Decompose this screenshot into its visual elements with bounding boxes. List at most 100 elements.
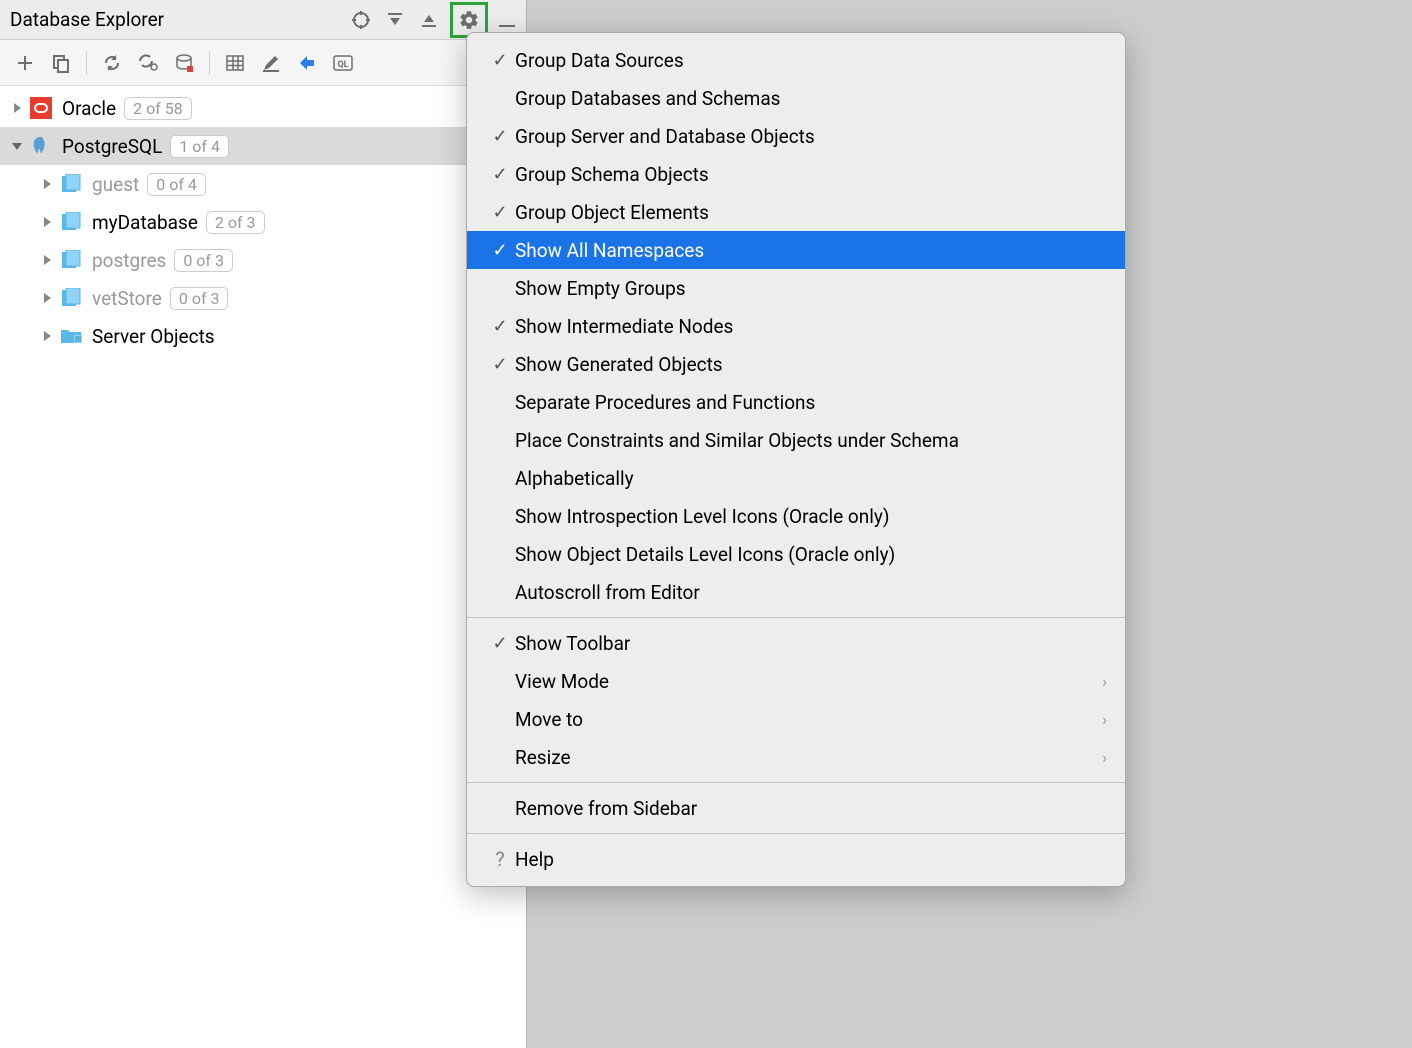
menu-item-label: View Mode [515, 670, 1102, 693]
menu-item[interactable]: Show Object Details Level Icons (Oracle … [467, 535, 1125, 573]
menu-item-label: Show Object Details Level Icons (Oracle … [515, 543, 1107, 566]
tree-item-label: Oracle [62, 97, 116, 120]
count-badge: 0 of 3 [174, 249, 233, 272]
menu-item-label: Show Empty Groups [515, 277, 1107, 300]
count-badge: 0 of 3 [170, 287, 229, 310]
menu-item[interactable]: Show Introspection Level Icons (Oracle o… [467, 497, 1125, 535]
menu-item[interactable]: Separate Procedures and Functions [467, 383, 1125, 421]
console-icon[interactable]: QL [326, 46, 360, 80]
jump-icon[interactable] [290, 46, 324, 80]
menu-item[interactable]: ✓Group Server and Database Objects [467, 117, 1125, 155]
tree-item[interactable]: PostgreSQL1 of 4 [0, 127, 526, 165]
refresh-icon[interactable] [95, 46, 129, 80]
tree-item-label: vetStore [92, 287, 162, 310]
menu-item[interactable]: Remove from Sidebar [467, 789, 1125, 827]
menu-item[interactable]: ✓Group Data Sources [467, 41, 1125, 79]
menu-item[interactable]: View Mode› [467, 662, 1125, 700]
chevron-right-icon[interactable] [6, 103, 28, 113]
menu-item-label: Resize [515, 746, 1102, 769]
panel-header: Database Explorer [0, 0, 526, 40]
menu-separator [467, 617, 1125, 618]
checkmark-icon: ✓ [485, 126, 515, 147]
database-tree[interactable]: Oracle 2 of 58 PostgreSQL1 of 4guest0 of 4… [0, 86, 526, 1048]
menu-item[interactable]: Show Empty Groups [467, 269, 1125, 307]
postgres-icon [28, 135, 54, 157]
menu-item[interactable]: Resize› [467, 738, 1125, 776]
menu-item-label: Group Object Elements [515, 201, 1107, 224]
database-explorer-panel: Database Explorer [0, 0, 527, 1048]
toolbar-separator [209, 51, 210, 75]
refresh-settings-icon[interactable] [131, 46, 165, 80]
chevron-right-icon[interactable] [36, 331, 58, 341]
tree-item[interactable]: vetStore 0 of 3 [0, 279, 526, 317]
oracle-icon [28, 97, 54, 119]
menu-item-label: Place Constraints and Similar Objects un… [515, 429, 1107, 452]
menu-item-label: Move to [515, 708, 1102, 731]
chevron-right-icon: › [1102, 710, 1107, 729]
chevron-right-icon[interactable] [36, 255, 58, 265]
menu-item-label: Show Intermediate Nodes [515, 315, 1107, 338]
menu-item[interactable]: ✓Show All Namespaces [467, 231, 1125, 269]
menu-item-label: Alphabetically [515, 467, 1107, 490]
menu-item-label: Show All Namespaces [515, 239, 1107, 262]
minimize-icon[interactable] [492, 5, 522, 35]
menu-item[interactable]: Autoscroll from Editor [467, 573, 1125, 611]
db-icon [58, 249, 84, 271]
checkmark-icon: ✓ [485, 316, 515, 337]
duplicate-icon[interactable] [44, 46, 78, 80]
checkmark-icon: ✓ [485, 164, 515, 185]
menu-item-label: Autoscroll from Editor [515, 581, 1107, 604]
menu-item[interactable]: ?Help [467, 840, 1125, 878]
checkmark-icon: ✓ [485, 354, 515, 375]
menu-item-label: Group Schema Objects [515, 163, 1107, 186]
menu-item-label: Group Server and Database Objects [515, 125, 1107, 148]
toolbar-separator [86, 51, 87, 75]
settings-popup-menu: ✓Group Data Sources Group Databases and S… [466, 32, 1126, 887]
tree-item[interactable]: guest0 of 4 [0, 165, 526, 203]
menu-item[interactable]: Move to› [467, 700, 1125, 738]
svg-text:QL: QL [337, 60, 348, 70]
menu-item[interactable]: Group Databases and Schemas [467, 79, 1125, 117]
help-icon: ? [485, 847, 515, 871]
expand-all-icon[interactable] [380, 5, 410, 35]
tree-item-label: myDatabase [92, 211, 198, 234]
add-icon[interactable] [8, 46, 42, 80]
edit-icon[interactable] [254, 46, 288, 80]
tree-item[interactable]: postgres0 of 3 [0, 241, 526, 279]
chevron-right-icon[interactable] [36, 217, 58, 227]
tree-item-label: PostgreSQL [62, 135, 162, 158]
db-icon [58, 287, 84, 309]
folder-icon [58, 325, 84, 347]
chevron-right-icon: › [1102, 672, 1107, 691]
tree-item[interactable]: myDatabase 2 of 3 [0, 203, 526, 241]
menu-item-label: Group Databases and Schemas [515, 87, 1107, 110]
menu-item-label: Show Generated Objects [515, 353, 1107, 376]
menu-item[interactable]: ✓Group Schema Objects [467, 155, 1125, 193]
count-badge: 2 of 58 [124, 97, 192, 120]
tree-item-label: Server Objects [92, 325, 215, 348]
stop-icon[interactable] [167, 46, 201, 80]
count-badge: 2 of 3 [206, 211, 265, 234]
collapse-all-icon[interactable] [414, 5, 444, 35]
checkmark-icon: ✓ [485, 633, 515, 654]
menu-item[interactable]: ✓Show Intermediate Nodes [467, 307, 1125, 345]
tree-item[interactable]: Oracle 2 of 58 [0, 89, 526, 127]
menu-item[interactable]: Place Constraints and Similar Objects un… [467, 421, 1125, 459]
chevron-right-icon[interactable] [36, 179, 58, 189]
menu-item-label: Help [515, 848, 1107, 871]
checkmark-icon: ✓ [485, 202, 515, 223]
menu-item[interactable]: ✓Show Toolbar [467, 624, 1125, 662]
menu-item[interactable]: ✓Show Generated Objects [467, 345, 1125, 383]
target-icon[interactable] [346, 5, 376, 35]
chevron-down-icon[interactable] [6, 141, 28, 151]
count-badge: 0 of 4 [147, 173, 206, 196]
menu-item[interactable]: ✓Group Object Elements [467, 193, 1125, 231]
checkmark-icon: ✓ [485, 50, 515, 71]
panel-toolbar: QL [0, 40, 526, 86]
tree-item[interactable]: Server Objects [0, 317, 526, 355]
menu-item-label: Separate Procedures and Functions [515, 391, 1107, 414]
menu-item[interactable]: Alphabetically [467, 459, 1125, 497]
chevron-right-icon[interactable] [36, 293, 58, 303]
menu-separator [467, 833, 1125, 834]
table-icon[interactable] [218, 46, 252, 80]
